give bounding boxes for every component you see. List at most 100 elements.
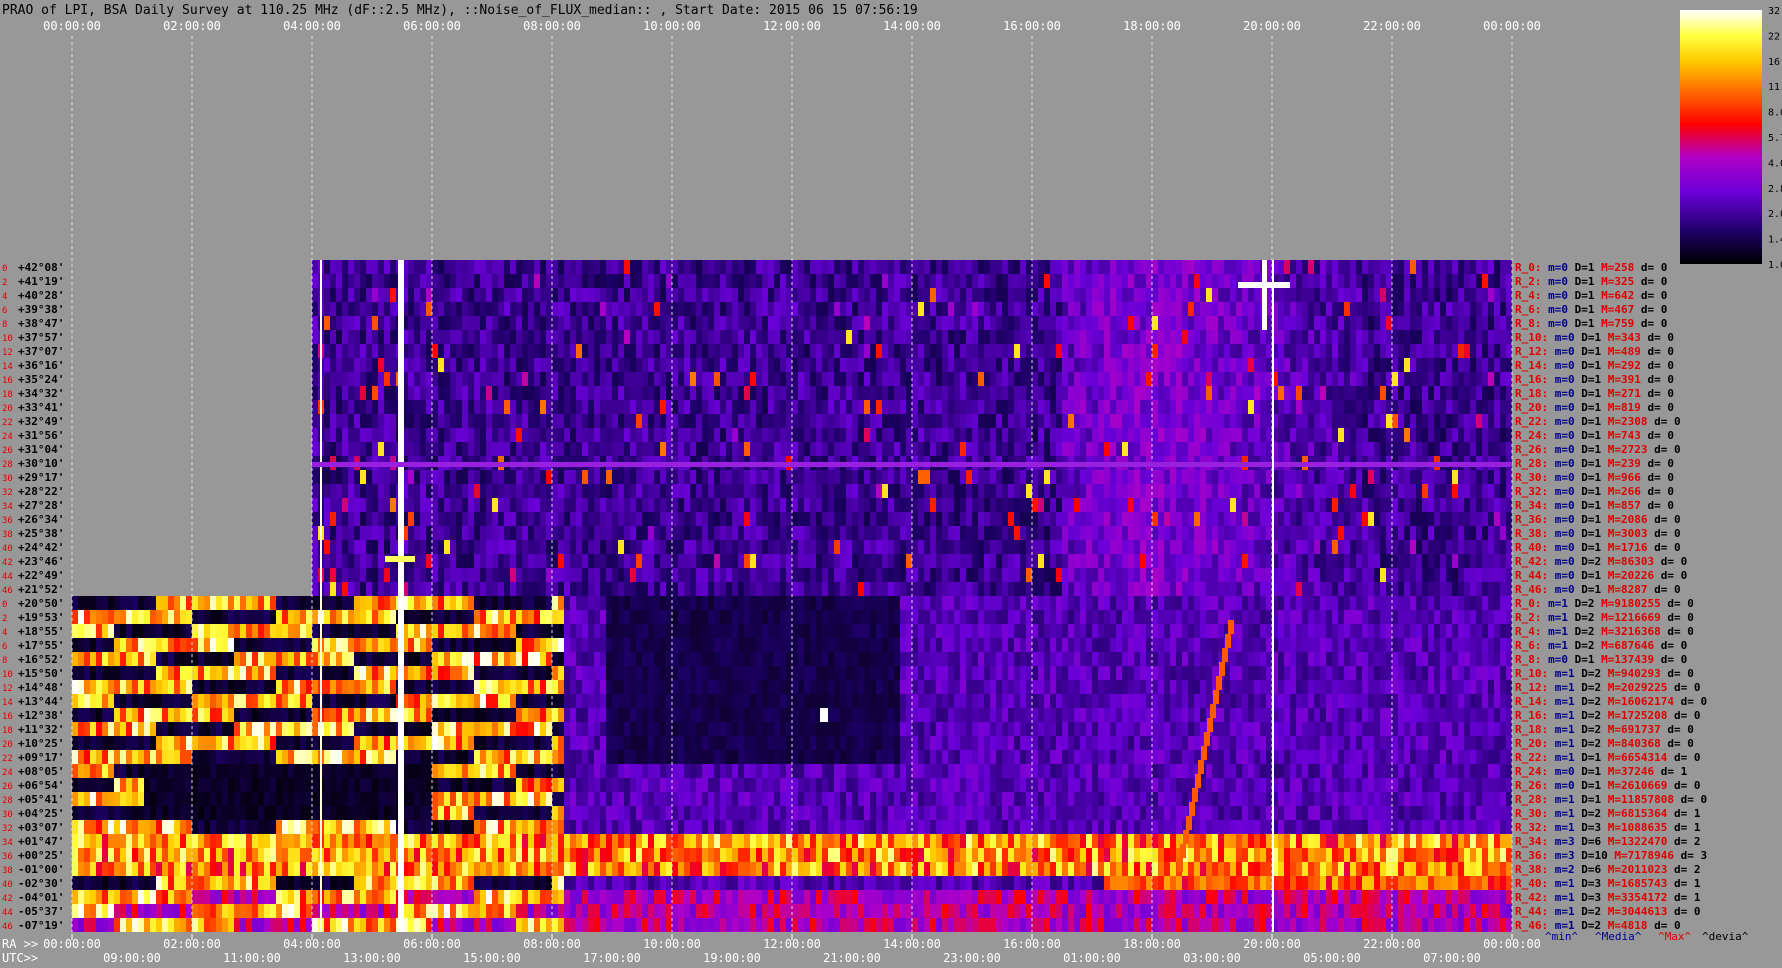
heatmap-cell [1428, 484, 1434, 498]
heatmap-cell [360, 316, 366, 330]
heatmap-cell [762, 596, 768, 610]
heatmap-cell [1230, 470, 1236, 484]
heatmap-cell [690, 554, 696, 568]
heatmap-cell [1470, 568, 1476, 582]
heatmap-cell [1194, 442, 1200, 456]
heatmap-cell [870, 442, 876, 456]
heatmap-cell [972, 498, 978, 512]
heatmap-cell [1458, 372, 1464, 386]
heatmap-cell [576, 372, 582, 386]
heatmap-cell [1062, 596, 1068, 610]
heatmap-cell [606, 288, 612, 302]
heatmap-cell [1494, 484, 1500, 498]
heatmap-cell [468, 470, 474, 484]
heatmap-cell [804, 400, 810, 414]
heatmap-cell [948, 540, 954, 554]
heatmap-cell [450, 540, 456, 554]
heatmap-cell [1044, 470, 1050, 484]
heatmap-cell [1068, 442, 1074, 456]
heatmap-cell [1452, 344, 1458, 358]
heatmap-cell [762, 274, 768, 288]
heatmap-cell [612, 442, 618, 456]
heatmap-cell [426, 470, 432, 484]
heatmap-cell [642, 372, 648, 386]
heatmap-cell [720, 330, 726, 344]
heatmap-cell [354, 330, 360, 344]
heatmap-cell [876, 414, 882, 428]
heatmap-cell [1182, 470, 1188, 484]
heatmap-cell [732, 414, 738, 428]
heatmap-cell [594, 302, 600, 316]
heatmap-cell [1410, 344, 1416, 358]
heatmap-cell [1278, 470, 1284, 484]
heatmap-cell [1206, 260, 1212, 274]
heatmap-cell [1446, 260, 1452, 274]
heatmap-cell [1338, 582, 1344, 596]
heatmap-cell [984, 428, 990, 442]
heatmap-cell [648, 554, 654, 568]
heatmap-cell [1416, 554, 1422, 568]
heatmap-cell [846, 498, 852, 512]
heatmap-cell [1452, 358, 1458, 372]
heatmap-cell [588, 568, 594, 582]
heatmap-cell [1356, 554, 1362, 568]
heatmap-cell [576, 526, 582, 540]
heatmap-cell [390, 260, 396, 274]
heatmap-cell [900, 526, 906, 540]
heatmap-cell [390, 386, 396, 400]
heatmap-cell [846, 582, 852, 596]
heatmap-cell [990, 288, 996, 302]
heatmap-cell [348, 428, 354, 442]
heatmap-cell [732, 316, 738, 330]
heatmap-cell [1344, 302, 1350, 316]
heatmap-cell [444, 274, 450, 288]
heatmap-cell [384, 386, 390, 400]
heatmap-cell [1326, 526, 1332, 540]
heatmap-cell [474, 400, 480, 414]
heatmap-cell [696, 302, 702, 316]
top-axis-tick: 00:00:00 [1483, 19, 1541, 33]
heatmap-cell [966, 540, 972, 554]
heatmap-cell [528, 428, 534, 442]
heatmap-cell [132, 596, 138, 610]
heatmap-cell [444, 498, 450, 512]
heatmap-cell [858, 512, 864, 526]
heatmap-cell [654, 442, 660, 456]
heatmap-cell [768, 372, 774, 386]
heatmap-cell [894, 372, 900, 386]
heatmap-cell [1104, 526, 1110, 540]
heatmap-cell [576, 470, 582, 484]
heatmap-cell [1008, 512, 1014, 526]
heatmap-cell [1368, 484, 1374, 498]
heatmap-cell [1314, 386, 1320, 400]
heatmap-cell [798, 498, 804, 512]
heatmap-cell [1224, 288, 1230, 302]
heatmap-cell [774, 442, 780, 456]
heatmap-cell [882, 484, 888, 498]
heatmap-cell [912, 288, 918, 302]
heatmap-cell [1188, 386, 1194, 400]
heatmap-cell [1434, 274, 1440, 288]
heatmap-cell [1308, 288, 1314, 302]
heatmap-cell [450, 582, 456, 596]
survey-plot: PRAO of LPI, BSA Daily Survey at 110.25 … [2, 3, 1782, 965]
heatmap-cell [642, 288, 648, 302]
heatmap-cell [822, 596, 828, 610]
heatmap-cell [504, 498, 510, 512]
heatmap-cell [888, 526, 894, 540]
heatmap-cell [714, 568, 720, 582]
heatmap-cell [552, 316, 558, 330]
heatmap-cell [768, 260, 774, 274]
heatmap-cell [570, 442, 576, 456]
heatmap-cell [1026, 260, 1032, 274]
heatmap-cell [768, 582, 774, 596]
heatmap-cell [360, 372, 366, 386]
heatmap-cell [1230, 344, 1236, 358]
heatmap-cell [420, 330, 426, 344]
heatmap-cell [924, 526, 930, 540]
heatmap-cell [1044, 582, 1050, 596]
heatmap-cell [534, 470, 540, 484]
heatmap-cell [414, 498, 420, 512]
heatmap-cell [312, 372, 318, 386]
heatmap-cell [1098, 400, 1104, 414]
